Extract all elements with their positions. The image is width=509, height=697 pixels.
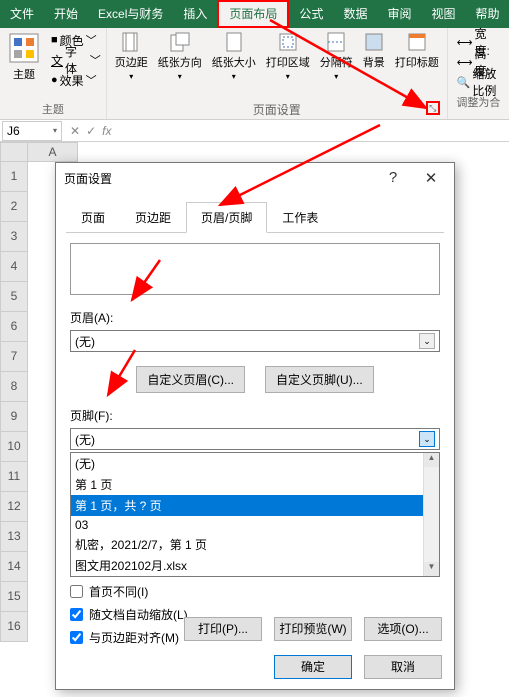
effects-button[interactable]: ● 效果 ﹀ (51, 70, 101, 90)
row-header[interactable]: 3 (0, 222, 28, 252)
group-themes: 主题 ■ 颜色 ﹀ 文 字体 ﹀ ● 效果 ﹀ 主题 (0, 28, 107, 119)
print-titles-button[interactable]: 打印标题 (392, 30, 442, 72)
print-preview-button[interactable]: 打印预览(W) (274, 617, 352, 641)
page-setup-launcher[interactable]: ⤡ (426, 101, 440, 115)
row-header[interactable]: 8 (0, 372, 28, 402)
list-item[interactable]: 第 1 页，共 ? 页 (71, 495, 439, 516)
scale-group-label: 调整为合 (453, 94, 504, 110)
tab-margins[interactable]: 页边距 (120, 202, 186, 233)
orientation-button[interactable]: 纸张方向▾ (155, 30, 205, 83)
fx-cancel-icon[interactable]: ✕ (70, 124, 80, 138)
fx-icon[interactable]: fx (102, 124, 111, 138)
cancel-button[interactable]: 取消 (364, 655, 442, 679)
header-label: 页眉(A): (70, 309, 440, 326)
dialog-titlebar: 页面设置 ? ✕ (56, 163, 454, 193)
breaks-icon (326, 32, 346, 52)
titles-icon (407, 32, 427, 52)
options-button[interactable]: 选项(O)... (364, 617, 442, 641)
list-item[interactable]: (无) (71, 453, 439, 474)
row-header[interactable]: 10 (0, 432, 28, 462)
orientation-icon (170, 32, 190, 52)
margins-icon (121, 32, 141, 52)
tab-data[interactable]: 数据 (333, 0, 377, 28)
custom-footer-button[interactable]: 自定义页脚(U)... (265, 366, 374, 393)
row-header[interactable]: 1 (0, 162, 28, 192)
name-box[interactable]: J6▾ (2, 121, 62, 141)
list-item[interactable]: 图文用202102月.xlsx (71, 555, 439, 576)
header-preview (70, 243, 440, 295)
scroll-down-icon[interactable]: ▼ (424, 562, 439, 576)
fonts-button[interactable]: 文 字体 ﹀ (51, 50, 101, 70)
size-button[interactable]: 纸张大小▾ (209, 30, 259, 83)
tab-header-footer[interactable]: 页眉/页脚 (186, 202, 267, 233)
footer-options-list[interactable]: (无) 第 1 页 第 1 页，共 ? 页 03 机密，2021/2/7，第 1… (70, 452, 440, 577)
row-header[interactable]: 9 (0, 402, 28, 432)
row-header[interactable]: 2 (0, 192, 28, 222)
chevron-down-icon: ⌄ (419, 431, 435, 447)
scrollbar[interactable]: ▲▼ (423, 453, 439, 576)
help-button[interactable]: ? (378, 169, 408, 187)
size-icon (224, 32, 244, 52)
group-scale: ⟷ 宽度: ⟷ 高度: 🔍 缩放比例 调整为合 (448, 28, 509, 119)
list-item[interactable]: 机密，2021/2/7，第 1 页 (71, 534, 439, 555)
tab-excelfin[interactable]: Excel与财务 (88, 0, 173, 28)
themes-icon (8, 32, 40, 64)
tab-formulas[interactable]: 公式 (289, 0, 333, 28)
footer-select-value: (无) (75, 431, 95, 448)
print-area-icon (278, 32, 298, 52)
custom-header-button[interactable]: 自定义页眉(C)... (136, 366, 245, 393)
tab-view[interactable]: 视图 (421, 0, 465, 28)
header-select-value: (无) (75, 333, 95, 350)
col-header-a[interactable]: A (28, 142, 78, 162)
select-all-corner[interactable] (0, 142, 28, 162)
row-header[interactable]: 11 (0, 462, 28, 492)
row-header[interactable]: 16 (0, 612, 28, 642)
row-header[interactable]: 7 (0, 342, 28, 372)
footer-select[interactable]: (无) ⌄ (70, 428, 440, 450)
themes-button[interactable]: 主题 (5, 30, 43, 84)
ribbon-body: 主题 ■ 颜色 ﹀ 文 字体 ﹀ ● 效果 ﹀ 主题 页边距▾ 纸张方向▾ 纸张… (0, 28, 509, 120)
tab-page-layout[interactable]: 页面布局 (217, 0, 289, 28)
row-header[interactable]: 4 (0, 252, 28, 282)
background-icon (364, 32, 384, 52)
print-button[interactable]: 打印(P)... (184, 617, 262, 641)
row-header[interactable]: 5 (0, 282, 28, 312)
scale-control[interactable]: 🔍 缩放比例 (457, 72, 500, 92)
close-button[interactable]: ✕ (416, 169, 446, 187)
dialog-tabs: 页面 页边距 页眉/页脚 工作表 (66, 201, 444, 233)
print-area-button[interactable]: 打印区域▾ (263, 30, 313, 83)
tab-page[interactable]: 页面 (66, 202, 120, 233)
scroll-up-icon[interactable]: ▲ (424, 453, 439, 467)
themes-label: 主题 (13, 66, 35, 82)
themes-group-label: 主题 (5, 101, 101, 117)
fx-confirm-icon[interactable]: ✓ (86, 124, 96, 138)
page-setup-dialog: 页面设置 ? ✕ 页面 页边距 页眉/页脚 工作表 页眉(A): (无) ⌄ 自… (55, 162, 455, 690)
first-page-different-checkbox[interactable]: 首页不同(I) (70, 583, 440, 600)
row-header[interactable]: 13 (0, 522, 28, 552)
margins-button[interactable]: 页边距▾ (112, 30, 151, 83)
row-header[interactable]: 12 (0, 492, 28, 522)
tab-insert[interactable]: 插入 (173, 0, 217, 28)
tab-file[interactable]: 文件 (0, 0, 44, 28)
page-setup-group-label: 页面设置 ⤡ (112, 101, 442, 117)
breaks-button[interactable]: 分隔符▾ (317, 30, 356, 83)
header-select[interactable]: (无) ⌄ (70, 330, 440, 352)
background-button[interactable]: 背景 (360, 30, 388, 72)
chevron-down-icon: ⌄ (419, 333, 435, 349)
tab-sheet[interactable]: 工作表 (267, 202, 333, 233)
formula-bar: J6▾ ✕ ✓ fx (0, 120, 509, 142)
tab-review[interactable]: 审阅 (377, 0, 421, 28)
ribbon-tabs: 文件 开始 Excel与财务 插入 页面布局 公式 数据 审阅 视图 帮助 (0, 0, 509, 28)
list-item[interactable]: 第 1 页 (71, 474, 439, 495)
row-header[interactable]: 6 (0, 312, 28, 342)
row-header[interactable]: 15 (0, 582, 28, 612)
footer-label: 页脚(F): (70, 407, 440, 424)
group-page-setup: 页边距▾ 纸张方向▾ 纸张大小▾ 打印区域▾ 分隔符▾ 背景 打印标题 页面设置… (107, 28, 448, 119)
ok-button[interactable]: 确定 (274, 655, 352, 679)
dialog-title: 页面设置 (64, 170, 112, 187)
tab-home[interactable]: 开始 (44, 0, 88, 28)
tab-help[interactable]: 帮助 (465, 0, 509, 28)
list-item[interactable]: 03 (71, 516, 439, 534)
row-header[interactable]: 14 (0, 552, 28, 582)
